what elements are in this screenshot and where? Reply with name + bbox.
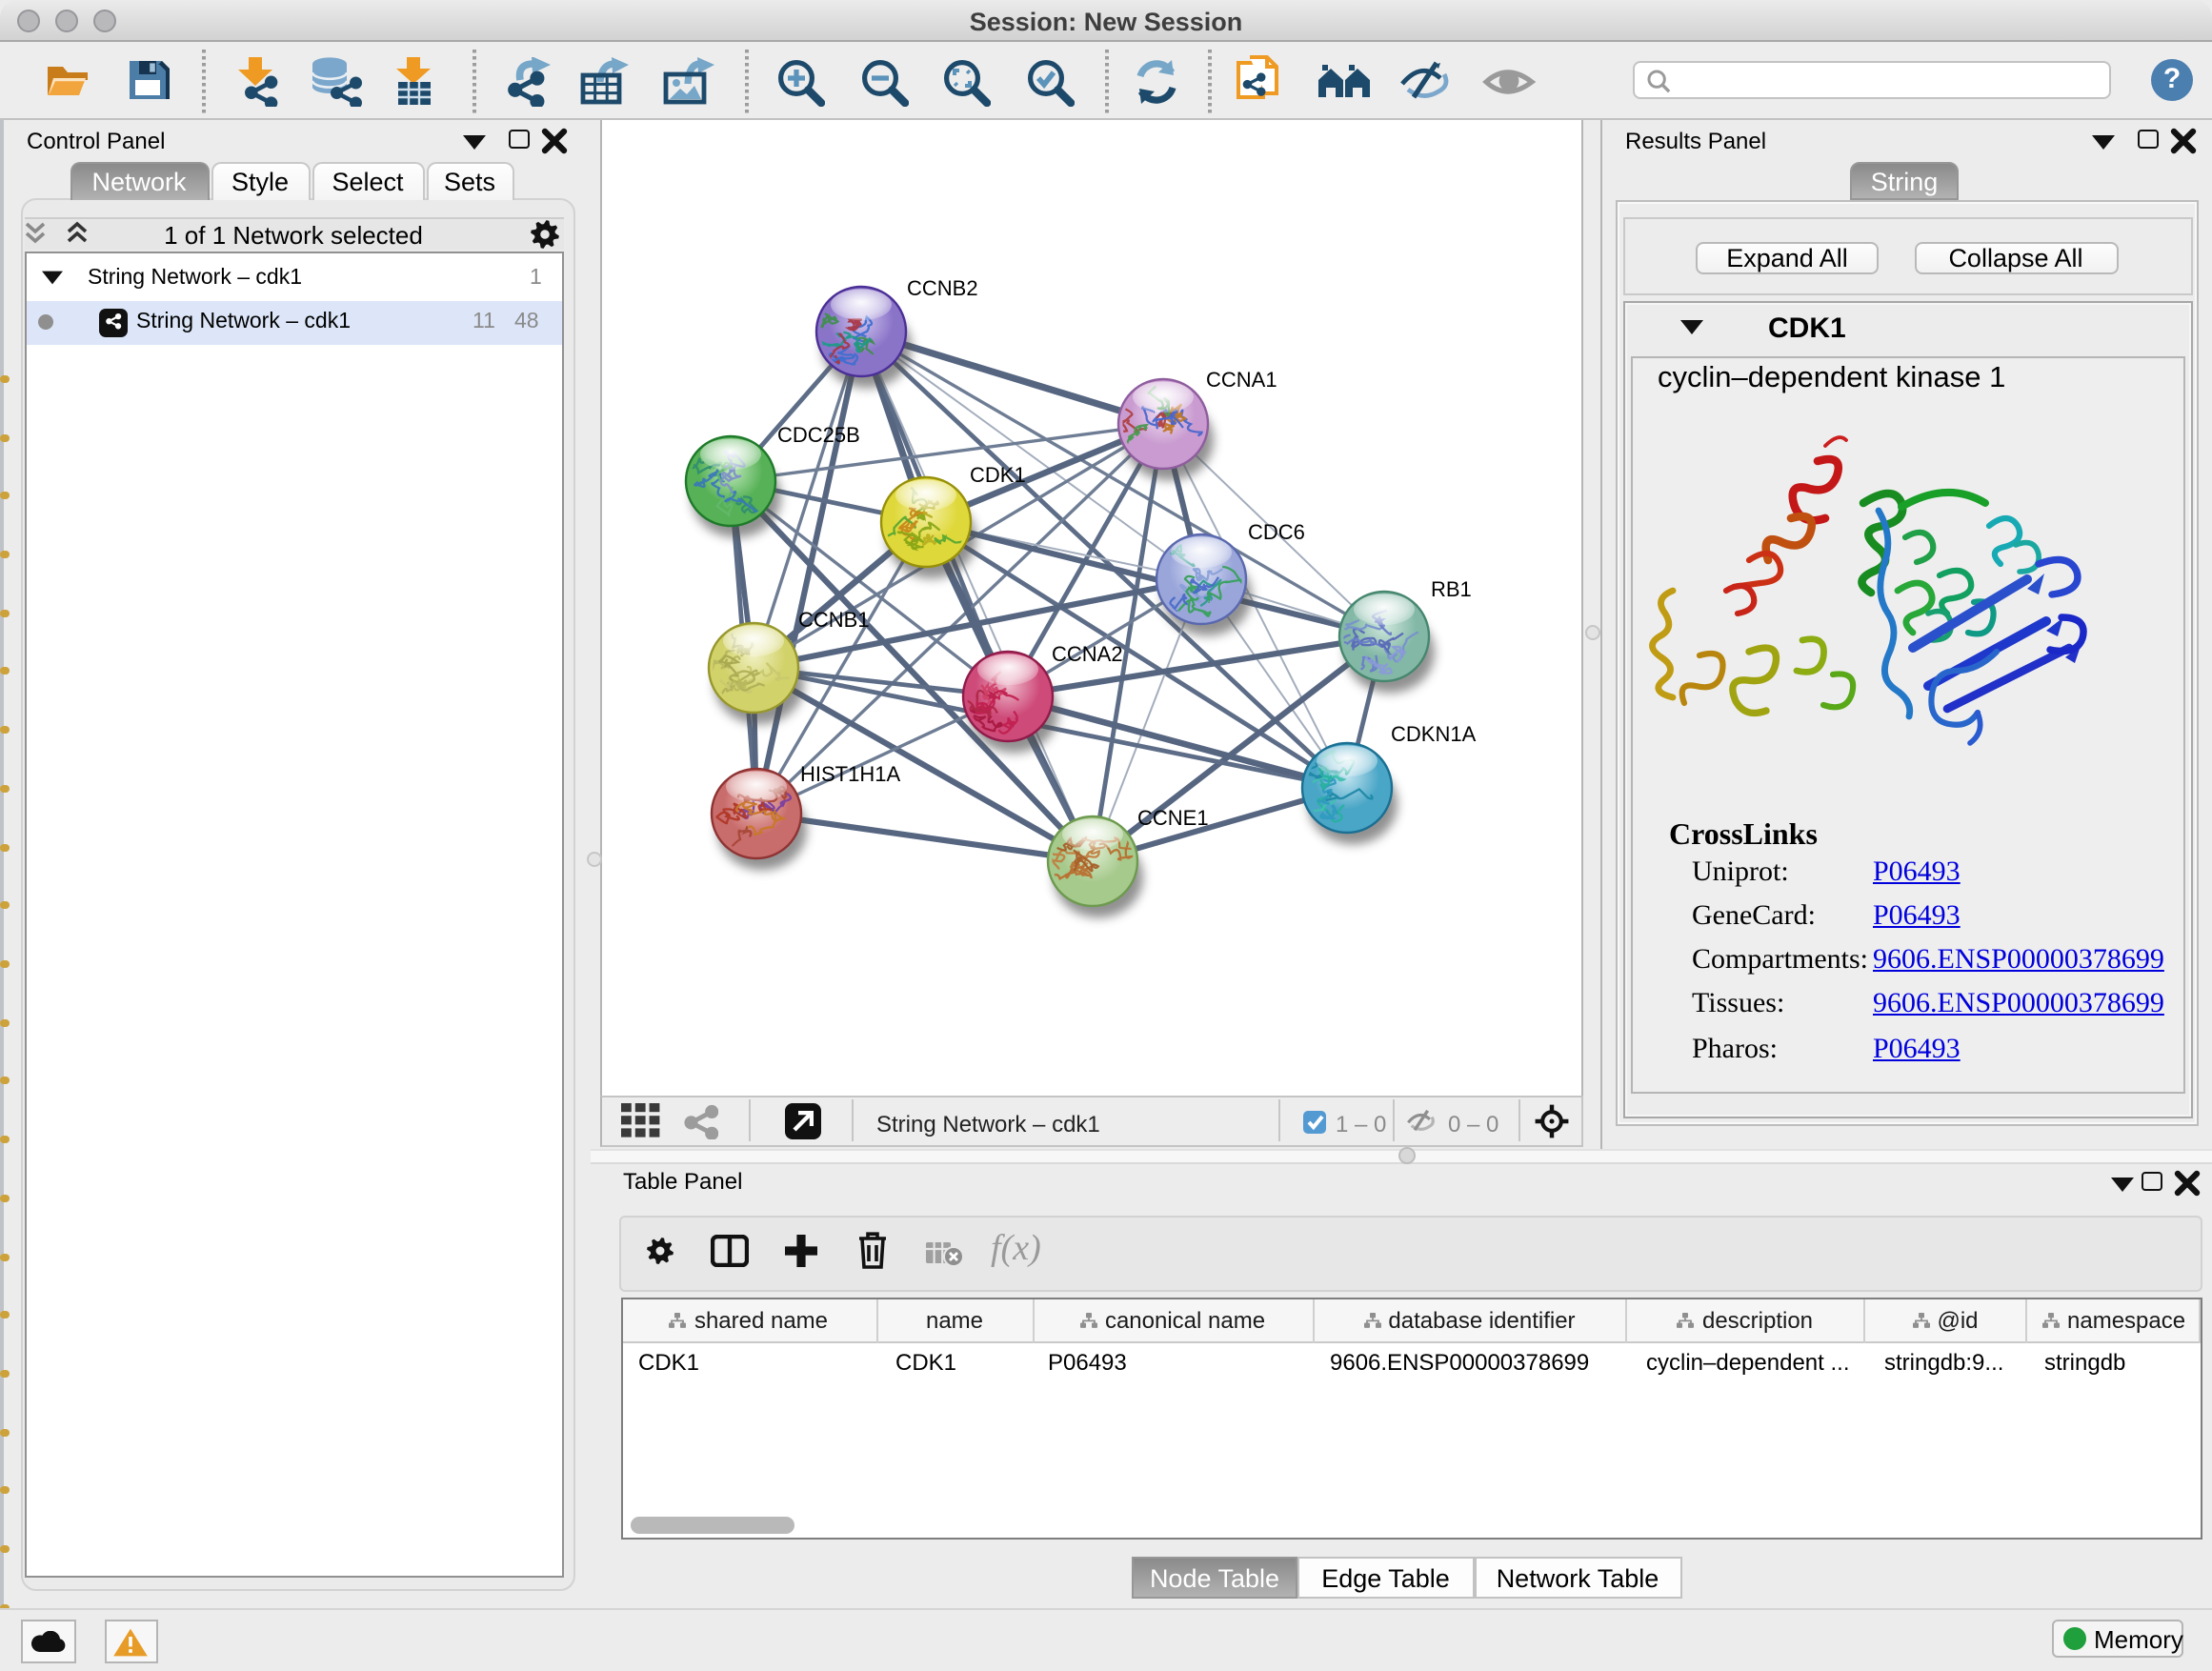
svg-text:CCNE1: CCNE1 bbox=[1137, 806, 1209, 830]
svg-text:CCNA2: CCNA2 bbox=[1052, 642, 1123, 666]
svg-text:RB1: RB1 bbox=[1431, 577, 1472, 601]
svg-text:CDC25B: CDC25B bbox=[777, 423, 860, 447]
svg-text:CCNB2: CCNB2 bbox=[907, 276, 978, 300]
svg-text:CDK1: CDK1 bbox=[970, 463, 1026, 487]
svg-text:CDKN1A: CDKN1A bbox=[1391, 722, 1477, 746]
svg-text:HIST1H1A: HIST1H1A bbox=[800, 762, 900, 786]
svg-text:CCNB1: CCNB1 bbox=[798, 608, 870, 632]
svg-text:CCNA1: CCNA1 bbox=[1206, 368, 1277, 392]
svg-text:CDC6: CDC6 bbox=[1248, 520, 1305, 544]
